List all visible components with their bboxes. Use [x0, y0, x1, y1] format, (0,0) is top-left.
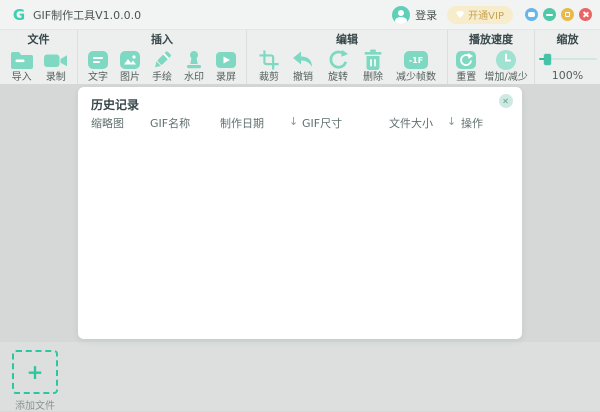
clock-icon	[495, 48, 517, 72]
toolbar-button-import[interactable]: 导入	[9, 48, 35, 84]
group-title-edit: 编辑	[336, 33, 358, 46]
group-title-file: 文件	[27, 33, 50, 46]
crop-icon	[258, 48, 280, 72]
minimize-button[interactable]	[543, 8, 556, 21]
toolbar-group-file: 文件 导入 录制	[0, 30, 78, 84]
toolbar-label-watermark: 水印	[184, 72, 204, 83]
toolbar-label-delete: 删除	[363, 72, 383, 83]
vip-label: 开通VIP	[468, 11, 504, 22]
close-icon	[503, 98, 509, 104]
group-title-insert: 插入	[151, 33, 173, 46]
screen-record-play-icon	[214, 48, 238, 72]
toolbar-label-reduce-frames: 减少帧数	[396, 72, 436, 83]
sort-desc-icon[interactable]: ↓	[289, 115, 298, 128]
rotate-icon	[326, 48, 350, 72]
column-gif-name: GIF名称	[150, 117, 191, 130]
toolbar-group-play-speed: 播放速度 重置 增加/减少	[448, 30, 535, 84]
sort-desc-icon[interactable]: ↓	[447, 115, 456, 128]
toolbar-label-rotate: 旋转	[328, 72, 348, 83]
toolbar-label-image: 图片	[120, 72, 140, 83]
vip-diamond-icon	[456, 11, 465, 18]
toolbar: 文件 导入 录制 插入 文字 图片 手绘 水印 录屏 编辑 裁剪 撤销 旋转 删…	[0, 30, 600, 84]
user-avatar[interactable]	[392, 5, 411, 24]
toolbar-label-import: 导入	[11, 72, 32, 83]
toolbar-button-record[interactable]: 录制	[43, 48, 68, 84]
image-icon	[118, 48, 142, 72]
group-title-play-speed: 播放速度	[469, 33, 513, 46]
toolbar-button-reduce-frames[interactable]: -1F 减少帧数	[396, 48, 436, 84]
toolbar-button-delete[interactable]: 删除	[361, 48, 385, 84]
chat-icon	[528, 12, 535, 17]
titlebar: G GIF制作工具V1.0.0.0 登录 开通VIP	[0, 0, 600, 30]
toolbar-label-record: 录制	[45, 72, 66, 83]
toolbar-label-screen-record: 录屏	[216, 72, 236, 83]
column-thumbnail: 缩略图	[91, 117, 124, 130]
bottom-strip	[0, 342, 600, 411]
text-icon	[86, 48, 110, 72]
toolbar-button-image[interactable]: 图片	[118, 48, 142, 84]
maximize-icon	[564, 11, 571, 18]
toolbar-button-crop[interactable]: 裁剪	[258, 48, 280, 84]
toolbar-button-text[interactable]: 文字	[86, 48, 110, 84]
add-file-label: 添加文件	[15, 401, 55, 412]
toolbar-label-reset-speed: 重置	[456, 72, 477, 83]
history-panel-title: 历史记录	[91, 98, 140, 112]
login-button[interactable]: 登录	[415, 7, 437, 23]
undo-arrow-icon	[291, 48, 315, 72]
toolbar-group-edit: 编辑 裁剪 撤销 旋转 删除 -1F 减少帧数	[247, 30, 448, 84]
toolbar-button-draw[interactable]: 手绘	[150, 48, 174, 84]
import-folder-icon	[9, 48, 35, 72]
column-date: 制作日期	[220, 117, 264, 130]
open-vip-button[interactable]: 开通VIP	[447, 5, 513, 24]
history-table-header: 缩略图 GIF名称 制作日期 ↓ GIF尺寸 文件大小 ↓ 操作	[78, 115, 522, 133]
history-table-body	[78, 137, 522, 337]
toolbar-button-undo[interactable]: 撤销	[291, 48, 315, 84]
maximize-button[interactable]	[561, 8, 574, 21]
feedback-button[interactable]	[525, 8, 538, 21]
group-title-zoom: 缩放	[556, 33, 579, 46]
toolbar-label-speed-adjust: 增加/减少	[484, 72, 528, 83]
close-icon	[582, 11, 589, 18]
app-logo-icon: G	[12, 5, 26, 24]
toolbar-button-speed-adjust[interactable]: 增加/减少	[484, 48, 528, 84]
history-panel: 历史记录 缩略图 GIF名称 制作日期 ↓ GIF尺寸 文件大小 ↓ 操作	[78, 87, 522, 339]
toolbar-group-zoom: 缩放 100%	[535, 30, 600, 84]
toolbar-label-draw: 手绘	[152, 72, 172, 83]
zoom-slider[interactable]	[538, 52, 597, 66]
column-file-size: 文件大小	[389, 117, 433, 130]
toolbar-button-watermark[interactable]: 水印	[182, 48, 206, 84]
toolbar-button-screen-record[interactable]: 录屏	[214, 48, 238, 84]
column-actions: 操作	[461, 117, 483, 130]
history-close-button[interactable]	[499, 94, 513, 108]
toolbar-button-reset-speed[interactable]: 重置	[454, 48, 478, 84]
app-title: GIF制作工具V1.0.0.0	[33, 8, 142, 22]
reduce-frames-icon: -1F	[404, 48, 428, 72]
toolbar-label-crop: 裁剪	[259, 72, 279, 83]
zoom-value: 100%	[551, 69, 584, 82]
reduce-frames-badge: -1F	[404, 51, 428, 69]
minimize-icon	[546, 13, 553, 16]
plus-icon: +	[26, 360, 44, 384]
window-controls	[525, 8, 592, 21]
toolbar-group-insert: 插入 文字 图片 手绘 水印 录屏	[78, 30, 247, 84]
toolbar-button-rotate[interactable]: 旋转	[326, 48, 350, 84]
zoom-slider-handle[interactable]	[543, 54, 551, 65]
stamp-icon	[182, 48, 206, 72]
column-gif-size: GIF尺寸	[302, 117, 343, 130]
trash-icon	[361, 48, 385, 72]
toolbar-label-text: 文字	[88, 72, 108, 83]
close-button[interactable]	[579, 8, 592, 21]
reset-icon	[454, 48, 478, 72]
toolbar-label-undo: 撤销	[293, 72, 313, 83]
record-camera-icon	[43, 48, 68, 72]
pencil-icon	[150, 48, 174, 72]
add-file-button[interactable]: +	[12, 350, 58, 394]
